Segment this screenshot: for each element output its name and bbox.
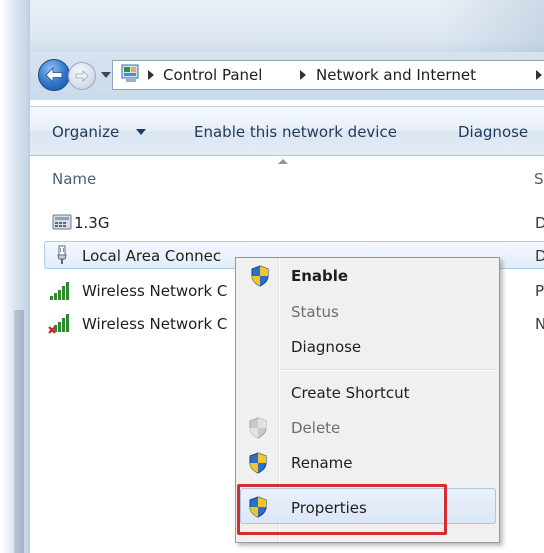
breadcrumb-control-panel[interactable]: Control Panel <box>163 66 262 84</box>
menu-item-label: Delete <box>291 419 341 437</box>
forward-button[interactable] <box>68 62 96 90</box>
list-item-status: D <box>535 214 544 232</box>
list-item-label: 1.3G <box>74 214 110 232</box>
sort-ascending-icon <box>278 159 288 164</box>
menu-item-delete <box>237 412 498 442</box>
diagnose-button[interactable]: Diagnose <box>458 123 528 141</box>
breadcrumb-separator-icon[interactable] <box>300 70 306 80</box>
window-titlebar <box>0 0 544 52</box>
list-item-label: Local Area Connec <box>82 247 222 265</box>
menu-item-enable[interactable] <box>237 261 498 291</box>
wifi-disconnected-icon <box>48 313 69 334</box>
annotation-highlight-box <box>237 484 447 535</box>
breadcrumb-separator-icon[interactable] <box>536 70 542 80</box>
menu-item-diagnose[interactable] <box>237 331 498 361</box>
menu-item-label: Diagnose <box>291 338 362 356</box>
column-header-status[interactable]: S <box>534 170 544 188</box>
column-header-name[interactable]: Name <box>52 170 96 188</box>
uac-shield-icon <box>251 265 269 287</box>
uac-shield-icon <box>249 417 267 439</box>
wifi-signal-icon <box>48 281 69 301</box>
back-arrow-icon <box>39 60 69 90</box>
breadcrumb-network-and-internet[interactable]: Network and Internet <box>316 66 476 84</box>
menu-separator <box>281 369 495 371</box>
menu-item-label: Enable <box>291 267 349 285</box>
breadcrumb-separator-icon[interactable] <box>148 70 154 80</box>
chevron-down-icon <box>136 129 146 135</box>
enable-device-button[interactable]: Enable this network device <box>194 123 397 141</box>
menu-item-label: Rename <box>291 454 353 472</box>
menu-item-rename[interactable] <box>237 447 498 477</box>
list-item-label: Wireless Network C <box>82 282 228 300</box>
menu-item-status <box>237 296 498 326</box>
ethernet-icon <box>52 245 72 265</box>
list-item-status: N <box>535 315 544 333</box>
control-panel-icon <box>120 63 142 85</box>
forward-arrow-icon <box>69 63 95 89</box>
recent-pages-dropdown[interactable] <box>101 72 111 78</box>
list-item-status: D <box>535 247 544 265</box>
organize-button[interactable]: Organize <box>52 123 119 141</box>
back-button[interactable] <box>38 59 70 91</box>
list-item-status: P <box>535 282 544 300</box>
window-frame-left <box>0 0 30 553</box>
menu-item-label: Status <box>291 303 339 321</box>
modem-icon <box>52 212 72 232</box>
uac-shield-icon <box>249 452 267 474</box>
menu-item-label: Create Shortcut <box>291 384 410 402</box>
list-item-label: Wireless Network C <box>82 315 228 333</box>
